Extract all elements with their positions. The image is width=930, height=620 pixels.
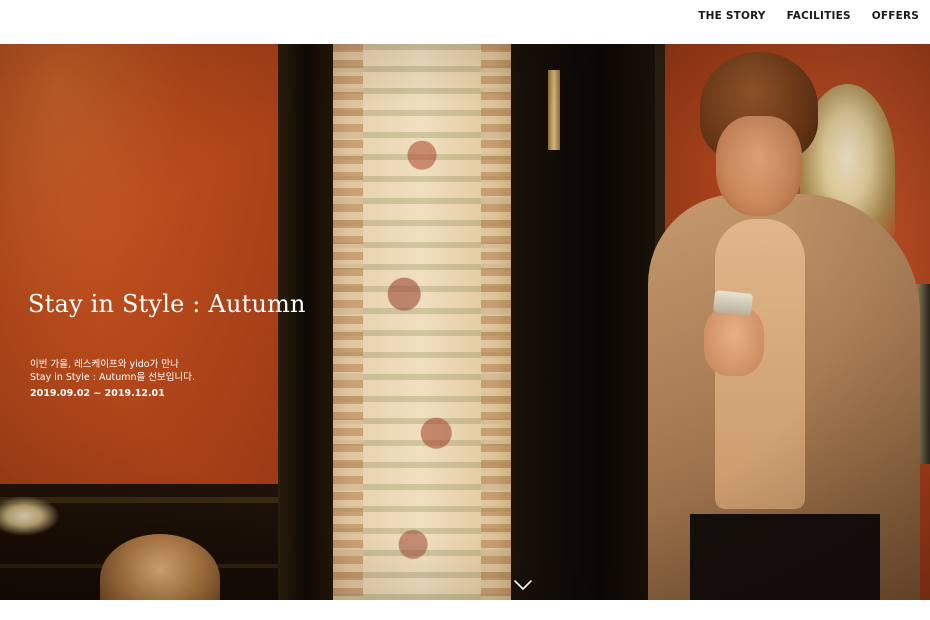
hero-photo-hinge xyxy=(548,70,560,150)
scroll-down-button[interactable] xyxy=(513,578,533,592)
nav-link-offers[interactable]: OFFERS xyxy=(872,10,919,22)
hero-photo-door-frame xyxy=(278,44,333,600)
hero-photo-person-face xyxy=(716,116,802,216)
hero-photo-phone xyxy=(712,290,754,316)
hero-description-line: 이번 가을, 레스케이프와 yido가 만나 xyxy=(30,359,179,370)
hero-photo-tapestry-border-right xyxy=(481,44,511,600)
nav-link-the-story[interactable]: THE STORY xyxy=(698,10,765,22)
chevron-down-icon xyxy=(514,580,532,590)
hero-title: Stay in Style : Autumn xyxy=(28,290,306,318)
top-header: THE STORY FACILITIES OFFERS xyxy=(0,0,930,44)
nav-link-facilities[interactable]: FACILITIES xyxy=(787,10,851,22)
hero-photo-person-pants xyxy=(690,514,880,600)
hero-photo-left-wall xyxy=(0,44,280,504)
hero-banner: Stay in Style : Autumn 이번 가을, 레스케이프와 yid… xyxy=(0,44,930,600)
hero-photo-sconce xyxy=(0,496,60,536)
hero-description-line: Stay in Style : Autumn을 선보입니다. xyxy=(30,372,196,383)
hero-photo-door xyxy=(511,44,661,600)
hero-photo-tapestry-border-left xyxy=(333,44,363,600)
hero-dates: 2019.09.02 ~ 2019.12.01 xyxy=(30,388,165,399)
hero-description: 이번 가을, 레스케이프와 yido가 만나 Stay in Style : A… xyxy=(30,358,270,384)
main-nav: THE STORY FACILITIES OFFERS xyxy=(698,10,919,22)
hero-photo-person-hand xyxy=(704,306,764,376)
